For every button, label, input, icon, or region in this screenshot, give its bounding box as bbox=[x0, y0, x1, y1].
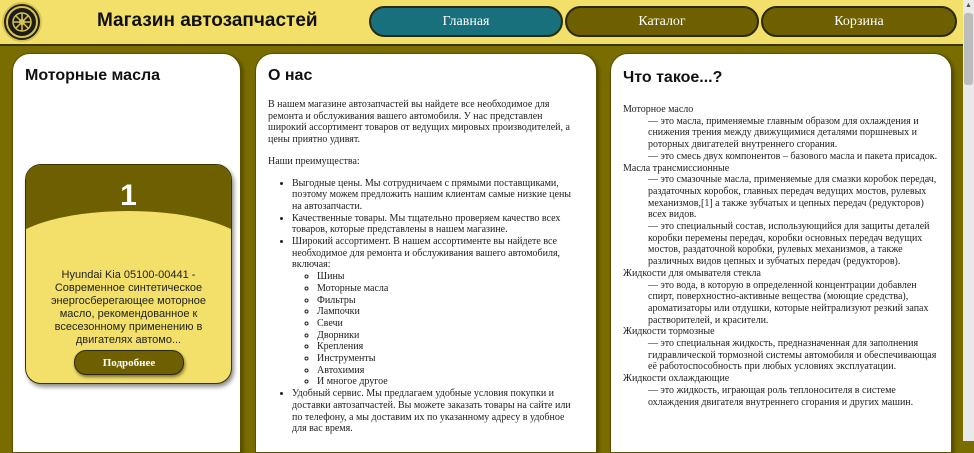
assortment-item: Свечи bbox=[317, 318, 580, 330]
assortment-item: Лампочки bbox=[317, 306, 580, 318]
advantages-list: Выгодные цены. Мы сотрудничаем с прямыми… bbox=[268, 178, 580, 435]
details-button[interactable]: Подробнее bbox=[74, 350, 184, 375]
motor-oils-heading: Моторные масла bbox=[25, 67, 161, 84]
term: Моторное масло bbox=[623, 104, 694, 115]
definition: — это специальная жидкость, предназначен… bbox=[648, 338, 937, 373]
assortment-item: Крепления bbox=[317, 341, 580, 353]
card-description: Hyundai Kia 05100-00441 - Современное си… bbox=[50, 269, 207, 346]
definition: — это смазочные масла, применяемые для с… bbox=[648, 174, 937, 221]
term: Жидкости для омывателя стекла bbox=[623, 267, 761, 279]
definitions-list: Моторное масло — это масла, применяемые … bbox=[623, 104, 939, 408]
assortment-list: Шины Моторные масла Фильтры Лампочки Све… bbox=[292, 271, 580, 388]
about-panel: О нас В нашем магазине автозапчастей вы … bbox=[255, 53, 597, 453]
definition: — это смесь двух компонентов – базового … bbox=[648, 150, 938, 162]
definition: — это специальный состав, использующийся… bbox=[648, 221, 930, 268]
about-content: В нашем магазине автозапчастей вы найдет… bbox=[268, 99, 580, 435]
definition: — это жидкость, играющая роль теплоносит… bbox=[648, 384, 914, 408]
about-heading: О нас bbox=[268, 67, 313, 84]
advantage-item: Удобный сервис. Мы предлагаем удобные ус… bbox=[292, 388, 580, 435]
scroll-thumb[interactable] bbox=[964, 13, 973, 85]
assortment-item: Фильтры bbox=[317, 295, 580, 307]
assortment-item: Дворники bbox=[317, 330, 580, 342]
top-bar: Магазин автозапчастей Главная Каталог Ко… bbox=[0, 0, 963, 46]
nav-catalog-button[interactable]: Каталог bbox=[565, 6, 759, 37]
nav-home-button[interactable]: Главная bbox=[369, 6, 563, 37]
advantage-item: Широкий ассортимент. В нашем ассортимент… bbox=[292, 236, 580, 388]
advantage-item: Выгодные цены. Мы сотрудничаем с прямыми… bbox=[292, 178, 580, 213]
product-card: 1 Hyundai Kia 05100-00441 - Современное … bbox=[25, 164, 232, 384]
motor-oils-panel: Моторные масла 1 Hyundai Kia 05100-00441… bbox=[12, 53, 241, 453]
nav-cart-button[interactable]: Корзина bbox=[761, 6, 957, 37]
page-scrollbar[interactable]: ▲ bbox=[963, 0, 974, 441]
advantages-title: Наши преимущества: bbox=[268, 155, 360, 167]
term: Жидкости тормозные bbox=[623, 326, 715, 338]
assortment-item: Автохимия bbox=[317, 365, 580, 377]
definition: — это вода, в которую в определенной кон… bbox=[648, 279, 929, 326]
site-title: Магазин автозапчастей bbox=[97, 10, 318, 31]
assortment-item: Шины bbox=[317, 271, 580, 283]
term: Жидкости охлаждающие bbox=[623, 373, 730, 385]
scroll-up-arrow-icon[interactable]: ▲ bbox=[963, 0, 974, 11]
wheel-logo-icon[interactable] bbox=[2, 2, 42, 42]
term: Масла трансмиссионные bbox=[623, 162, 730, 174]
about-intro: В нашем магазине автозапчастей вы найдет… bbox=[268, 99, 570, 146]
assortment-item: Моторные масла bbox=[317, 283, 580, 295]
card-number: 1 bbox=[120, 179, 137, 212]
what-is-heading: Что такое...? bbox=[623, 69, 723, 86]
what-is-panel: Что такое...? Моторное масло — это масла… bbox=[610, 53, 952, 453]
advantage-text: Широкий ассортимент. В нашем ассортимент… bbox=[292, 236, 561, 271]
assortment-item: Инструменты bbox=[317, 353, 580, 365]
definition: — это масла, применяемые главным образом… bbox=[648, 115, 919, 151]
advantage-item: Качественные товары. Мы тщательно провер… bbox=[292, 213, 580, 236]
assortment-item: И многое другое bbox=[317, 376, 580, 388]
